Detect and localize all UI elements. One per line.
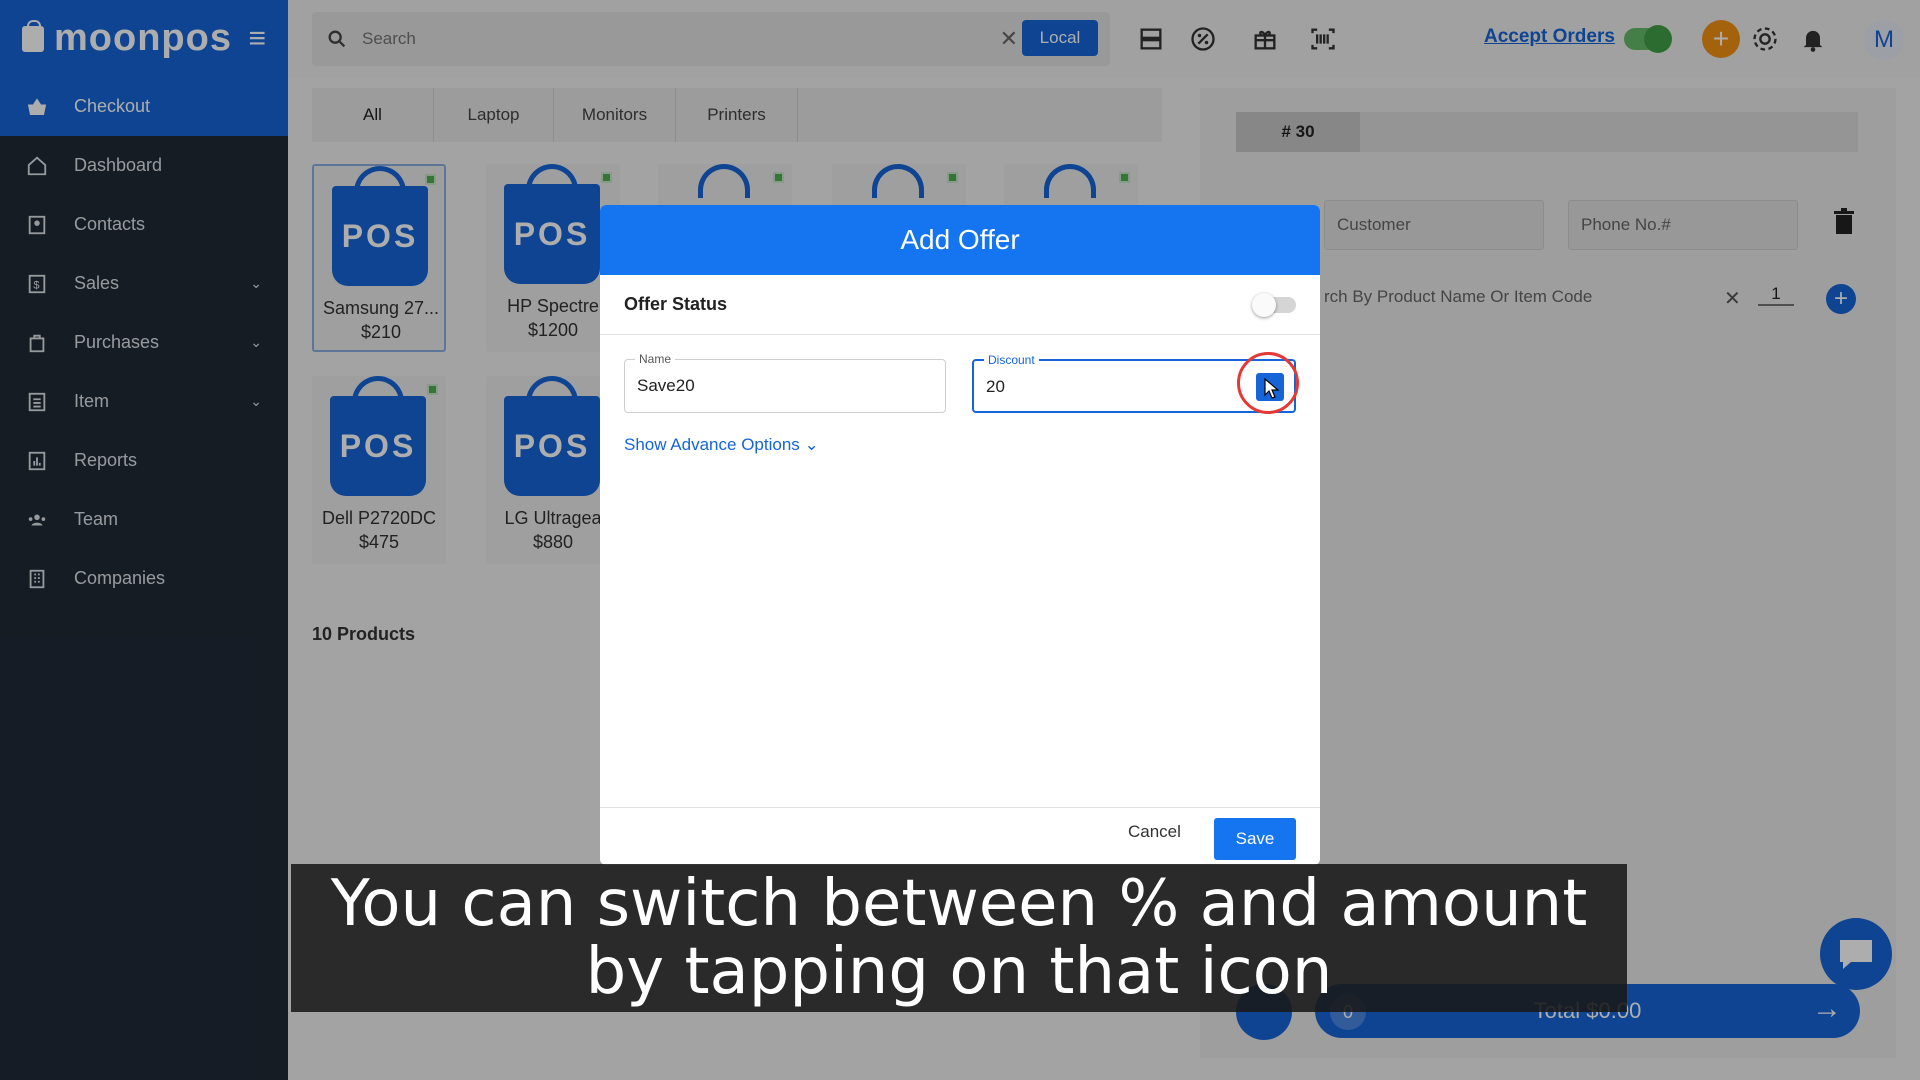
name-field[interactable]: Name: [624, 352, 946, 413]
cancel-button[interactable]: Cancel: [1128, 822, 1181, 842]
show-advance-options-link[interactable]: Show Advance Options ⌄: [624, 435, 819, 455]
name-input[interactable]: [637, 376, 897, 396]
chevron-down-icon: ⌄: [804, 435, 819, 454]
offer-status-toggle[interactable]: [1252, 292, 1296, 317]
discount-field-label: Discount: [984, 353, 1039, 367]
discount-input[interactable]: [986, 377, 1246, 397]
caption-line-1: You can switch between % and amount: [330, 867, 1588, 941]
add-offer-modal: Add Offer Offer Status Name Discount Sho…: [600, 205, 1320, 865]
modal-footer: Cancel Save: [600, 807, 1320, 865]
modal-title: Add Offer: [600, 205, 1320, 275]
caption-line-2: by tapping on that icon: [585, 935, 1333, 1009]
mouse-cursor-icon: [1264, 378, 1280, 399]
advance-link-label: Show Advance Options: [624, 435, 800, 454]
name-field-label: Name: [635, 352, 676, 366]
save-button[interactable]: Save: [1214, 818, 1296, 860]
offer-status-row: Offer Status: [600, 275, 1320, 335]
offer-status-label: Offer Status: [624, 294, 728, 314]
video-caption: You can switch between % and amount by t…: [291, 864, 1627, 1012]
